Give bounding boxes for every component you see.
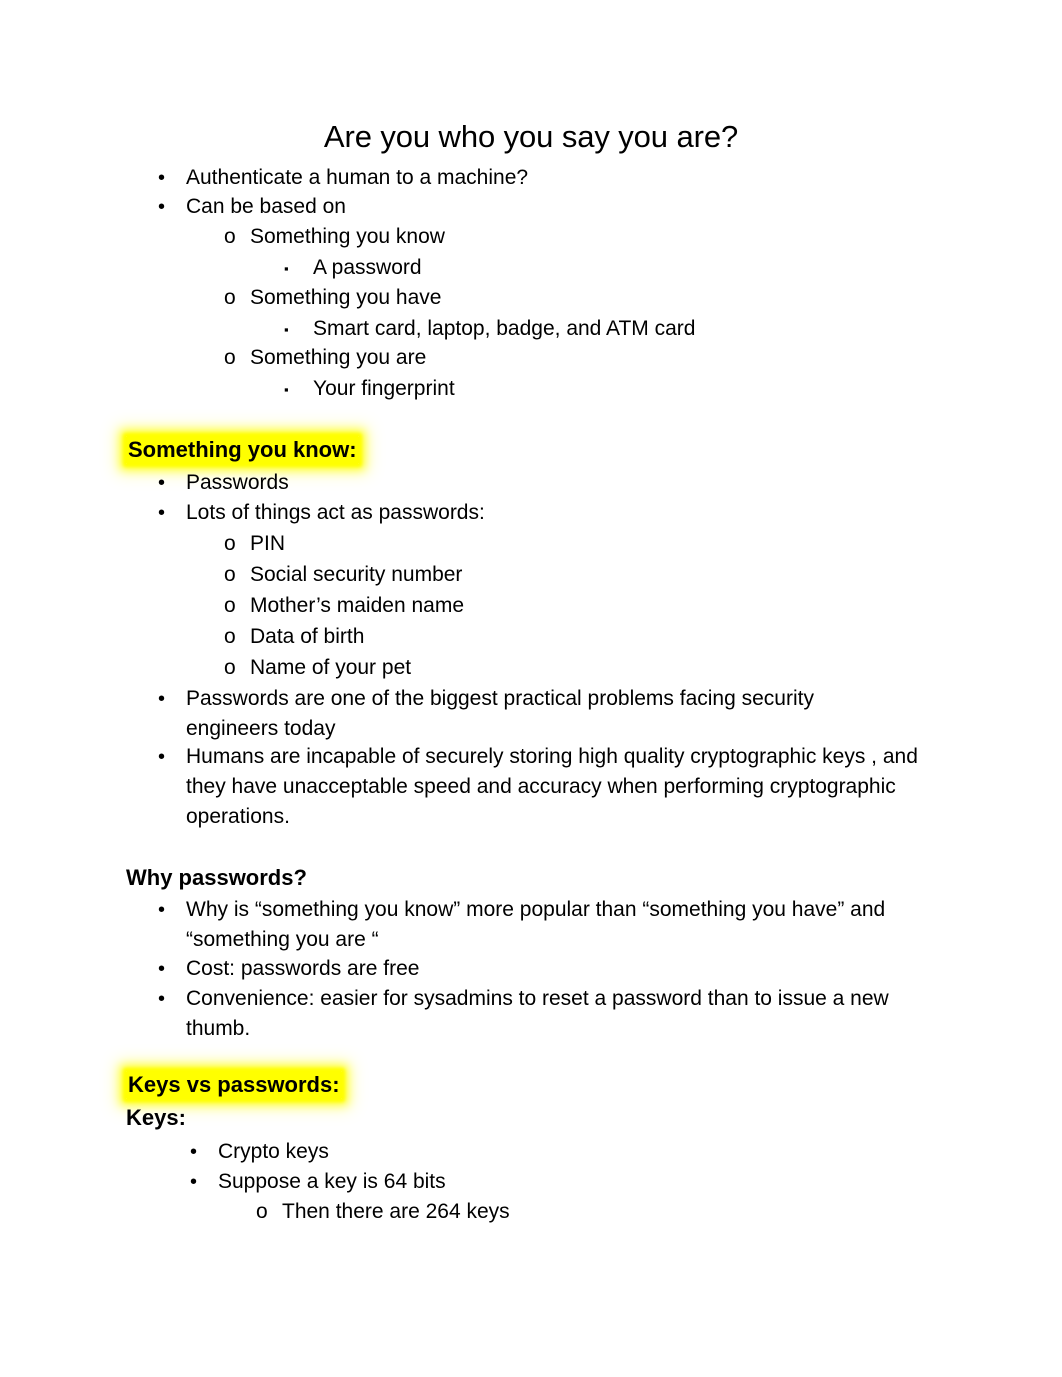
list-item: • Lots of things act as passwords: (158, 498, 918, 528)
list-item-label: Crypto keys (218, 1140, 329, 1163)
list-item-label: Passwords are one of the biggest practic… (186, 687, 820, 740)
list-item-label: Something you are (250, 346, 427, 369)
bullet-circle-icon: o (224, 286, 236, 309)
list-item-label: Lots of things act as passwords: (186, 501, 485, 524)
bullet-circle-icon: o (224, 625, 236, 648)
page-title: Are you who you say you are? (323, 119, 739, 154)
list-item: • Why is “something you know” more popul… (158, 895, 918, 955)
list-item: • Suppose a key is 64 bits (190, 1167, 920, 1197)
bullet-circle-icon: o (224, 346, 236, 369)
list-item-label: Your fingerprint (313, 377, 455, 400)
list-item-label: Then there are 264 keys (282, 1200, 510, 1223)
list-item: o Data of birth (224, 622, 924, 652)
section-heading-label: Keys vs passwords: (126, 1071, 342, 1099)
section-heading-something-you-know: Something you know: (126, 435, 359, 465)
list-item-label: Can be based on (186, 195, 346, 218)
section-heading-why-passwords: Why passwords? (126, 863, 307, 893)
document-page: Are you who you say you are? • Authentic… (0, 0, 1062, 1377)
list-item: ▪ Your fingerprint (284, 374, 924, 404)
section-heading-label: Something you know: (126, 436, 359, 464)
bullet-disc-icon: • (158, 746, 166, 768)
list-item: • Can be based on (158, 192, 918, 222)
section-subheading-label: Keys: (126, 1105, 186, 1130)
bullet-disc-icon: • (190, 1141, 198, 1163)
list-item-label: Authenticate a human to a machine? (186, 166, 529, 189)
bullet-disc-icon: • (158, 167, 166, 189)
list-item: • Humans are incapable of securely stori… (158, 742, 948, 832)
list-item: o Social security number (224, 560, 924, 590)
bullet-square-icon: ▪ (284, 261, 289, 276)
section-subheading-keys: Keys: (126, 1103, 186, 1133)
section-heading-keys-vs-passwords: Keys vs passwords: (126, 1070, 342, 1100)
list-item: • Cost: passwords are free (158, 954, 918, 984)
list-item-label: Smart card, laptop, badge, and ATM card (313, 317, 696, 340)
bullet-circle-icon: o (224, 225, 236, 248)
bullet-disc-icon: • (158, 502, 166, 524)
bullet-circle-icon: o (224, 656, 236, 679)
list-item-label: Suppose a key is 64 bits (218, 1170, 446, 1193)
bullet-circle-icon: o (256, 1200, 268, 1223)
list-item: • Crypto keys (190, 1137, 920, 1167)
list-item: • Passwords (158, 468, 918, 498)
bullet-disc-icon: • (158, 899, 166, 921)
bullet-disc-icon: • (190, 1171, 198, 1193)
list-item-label: Something you have (250, 286, 442, 309)
list-item-label: Cost: passwords are free (186, 957, 420, 980)
list-item-label: Social security number (250, 563, 463, 586)
list-item-label: Something you know (250, 225, 445, 248)
bullet-disc-icon: • (158, 196, 166, 218)
bullet-square-icon: ▪ (284, 322, 289, 337)
bullet-square-icon: ▪ (284, 382, 289, 397)
list-item: o Something you have (224, 283, 924, 313)
bullet-circle-icon: o (224, 532, 236, 555)
list-item-label: Passwords (186, 471, 289, 494)
list-item-label: Mother’s maiden name (250, 594, 464, 617)
list-item: o PIN (224, 529, 924, 559)
bullet-circle-icon: o (224, 563, 236, 586)
bullet-circle-icon: o (224, 594, 236, 617)
list-item: ▪ A password (284, 253, 924, 283)
list-item-label: PIN (250, 532, 286, 555)
list-item: o Something you are (224, 343, 924, 373)
list-item-label: Convenience: easier for sysadmins to res… (186, 987, 895, 1040)
list-item: o Mother’s maiden name (224, 591, 924, 621)
bullet-disc-icon: • (158, 988, 166, 1010)
bullet-disc-icon: • (158, 958, 166, 980)
section-heading-label: Why passwords? (126, 865, 307, 890)
bullet-disc-icon: • (158, 472, 166, 494)
list-item-label: Humans are incapable of securely storing… (186, 745, 924, 828)
list-item-label: Name of your pet (250, 656, 412, 679)
list-item: • Passwords are one of the biggest pract… (158, 684, 870, 744)
list-item-label: A password (313, 256, 422, 279)
list-item: • Authenticate a human to a machine? (158, 163, 918, 193)
list-item: ▪ Smart card, laptop, badge, and ATM car… (284, 314, 924, 344)
list-item-label: Data of birth (250, 625, 365, 648)
bullet-disc-icon: • (158, 688, 166, 710)
list-item-label: Why is “something you know” more popular… (186, 898, 892, 951)
list-item: o Then there are 264 keys (256, 1197, 926, 1227)
list-item: o Something you know (224, 222, 924, 252)
list-item: o Name of your pet (224, 653, 924, 683)
list-item: • Convenience: easier for sysadmins to r… (158, 984, 938, 1044)
